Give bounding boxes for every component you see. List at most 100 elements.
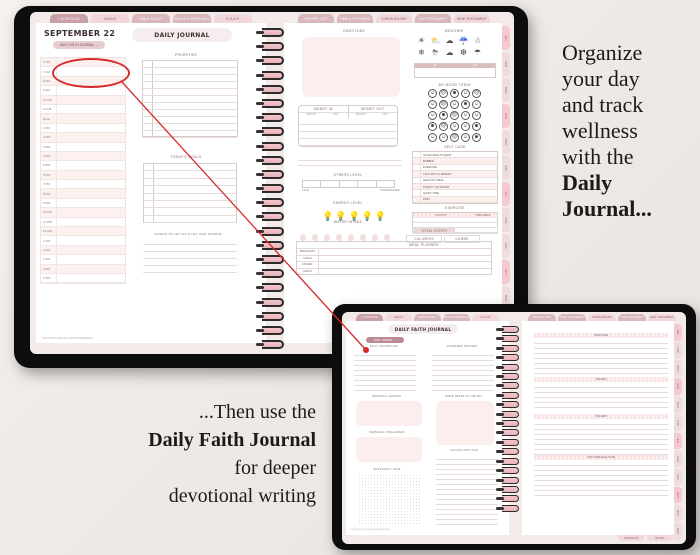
list-row[interactable] bbox=[143, 75, 237, 82]
mood-face-icon[interactable]: ☺ bbox=[428, 111, 437, 120]
tab-vision-board[interactable]: Vision Board bbox=[376, 14, 412, 23]
list-row[interactable] bbox=[143, 89, 237, 96]
mood-face-icon[interactable]: ☺ bbox=[472, 111, 481, 120]
list-row[interactable] bbox=[143, 96, 237, 103]
hour-row[interactable]: 9 PM bbox=[41, 198, 125, 209]
month-tab-mar[interactable]: Mar bbox=[502, 78, 510, 102]
month-tab-oct[interactable]: Oct bbox=[674, 486, 682, 504]
hour-row[interactable]: 5 PM bbox=[41, 161, 125, 171]
list-row[interactable] bbox=[144, 208, 236, 216]
tab-schedule[interactable]: 2 Schedule bbox=[50, 14, 88, 23]
hour-row[interactable]: 10 PM bbox=[41, 208, 125, 218]
month-tab-jul[interactable]: Jul bbox=[674, 432, 682, 450]
weather-icon[interactable]: ❄ bbox=[416, 48, 427, 57]
hour-row[interactable]: 3 PM bbox=[41, 142, 125, 152]
tab-schedule[interactable]: 2 Schedule bbox=[356, 314, 383, 321]
weather-icon[interactable]: ☁ bbox=[444, 36, 455, 45]
month-tab-jan[interactable]: Jan bbox=[674, 324, 682, 341]
checkbox[interactable] bbox=[413, 158, 421, 164]
checkbox[interactable] bbox=[413, 196, 421, 203]
tab-bible-study[interactable]: Bible Study bbox=[132, 14, 170, 23]
hour-row[interactable]: Noon bbox=[41, 114, 125, 124]
water-drop-icon[interactable] bbox=[360, 234, 366, 241]
hour-row[interactable]: 8 PM bbox=[41, 189, 125, 199]
weather-icon[interactable]: ⛅ bbox=[430, 36, 441, 45]
month-tab-jul[interactable]: Jul bbox=[502, 182, 510, 206]
month-tab-jun[interactable]: Jun bbox=[502, 156, 510, 180]
water-drop-icon[interactable] bbox=[336, 234, 342, 241]
month-tab-apr[interactable]: Apr bbox=[674, 378, 682, 395]
checkbox[interactable] bbox=[413, 171, 421, 177]
mood-face-icon[interactable]: ☺ bbox=[472, 100, 481, 109]
money-table[interactable]: Money In Money Out Amount For Amount For bbox=[298, 105, 398, 147]
temperature-box[interactable]: Hi Lo bbox=[414, 63, 496, 78]
list-row[interactable] bbox=[143, 61, 237, 68]
mood-face-icon[interactable]: ☹ bbox=[450, 111, 459, 120]
water-drop-icon[interactable] bbox=[384, 234, 390, 241]
hour-row[interactable]: 3 AM bbox=[41, 255, 125, 265]
total-steps-row[interactable]: Total Steps bbox=[412, 227, 498, 234]
checkbox[interactable] bbox=[413, 164, 421, 171]
weather-icon[interactable]: ☀ bbox=[416, 36, 427, 45]
month-tab-apr[interactable]: Apr bbox=[502, 104, 510, 128]
tab-time-offering[interactable]: Time & Offering bbox=[558, 314, 586, 321]
gratitude-box[interactable] bbox=[302, 37, 400, 97]
month-tab-may[interactable]: May bbox=[674, 396, 682, 413]
month-tab-mar[interactable]: Mar bbox=[674, 360, 682, 377]
weather-icon[interactable]: ☁ bbox=[444, 48, 455, 57]
list-row[interactable] bbox=[144, 179, 236, 187]
hour-row[interactable]: 7 PM bbox=[41, 180, 125, 190]
tab-prayer-list[interactable]: Prayer List bbox=[298, 14, 334, 23]
weather-icon[interactable]: ☃ bbox=[472, 36, 483, 45]
meal-planner[interactable]: Meal Planner Breakfast Lunch Dinner Snack bbox=[296, 241, 492, 275]
tab-new-testament[interactable]: New Testament bbox=[648, 314, 676, 321]
hour-row[interactable]: 10 AM bbox=[41, 95, 125, 105]
mood-face-icon[interactable]: ☺ bbox=[450, 100, 459, 109]
hour-row[interactable]: 12 AM bbox=[41, 227, 125, 237]
month-tab-dec[interactable]: Dec bbox=[674, 523, 682, 540]
month-tab-jun[interactable]: Jun bbox=[674, 414, 682, 432]
water-drop-icon[interactable] bbox=[324, 234, 330, 241]
mood-face-icon[interactable]: ☻ bbox=[439, 111, 448, 120]
personal-challenges-box[interactable] bbox=[356, 437, 422, 462]
mood-face-icon[interactable]: ☺ bbox=[461, 89, 470, 98]
tab-old-testament[interactable]: Old Testament bbox=[618, 314, 646, 321]
talking-with-god-lines[interactable] bbox=[436, 455, 498, 525]
list-row[interactable] bbox=[144, 171, 236, 179]
mood-face-icon[interactable]: ☺ bbox=[428, 100, 437, 109]
self-care-list[interactable]: Good night's rest Bubble Exercise Talk with… bbox=[412, 151, 498, 205]
month-tab-may[interactable]: May bbox=[502, 130, 510, 154]
weather-icon[interactable]: ⛈ bbox=[430, 48, 441, 57]
hour-row[interactable]: 2 AM bbox=[41, 245, 125, 256]
scripture-lines[interactable] bbox=[534, 339, 668, 374]
tab-contacts[interactable]: Contacts bbox=[618, 535, 644, 541]
tab-vision-board[interactable]: Vision Board bbox=[588, 314, 616, 321]
mood-face-icon[interactable]: ☹ bbox=[472, 89, 481, 98]
hour-row[interactable]: 11 PM bbox=[41, 217, 125, 228]
stress-scale[interactable] bbox=[302, 180, 395, 188]
mood-face-icon[interactable]: ☻ bbox=[461, 100, 470, 109]
month-tab-sep[interactable]: Sep bbox=[674, 468, 682, 486]
tab-new-testament[interactable]: New Testament bbox=[454, 14, 490, 23]
hour-row[interactable]: 4 AM bbox=[41, 264, 125, 274]
hour-row[interactable]: 5 AM bbox=[41, 273, 125, 284]
list-row[interactable] bbox=[144, 186, 236, 194]
water-drop-icon[interactable] bbox=[312, 234, 318, 241]
personal-growth-box[interactable] bbox=[356, 401, 422, 426]
weather-icon[interactable]: ☂ bbox=[472, 48, 483, 57]
mood-face-icon[interactable]: ☹ bbox=[450, 133, 459, 142]
mood-face-icon[interactable]: ☺ bbox=[439, 133, 448, 142]
checkbox[interactable] bbox=[413, 183, 421, 190]
list-row[interactable] bbox=[143, 68, 237, 75]
daily-affirmation-lines[interactable] bbox=[354, 351, 416, 391]
mood-face-icon[interactable]: ☺ bbox=[461, 111, 470, 120]
tab-old-testament[interactable]: Old Testament bbox=[415, 14, 451, 23]
month-tab-sep[interactable]: Sep bbox=[502, 234, 510, 258]
month-tab-aug[interactable]: Aug bbox=[502, 208, 510, 232]
notes-lines[interactable] bbox=[298, 156, 402, 166]
prayers-lines[interactable] bbox=[534, 420, 668, 455]
checkbox[interactable] bbox=[413, 177, 421, 183]
list-row[interactable] bbox=[144, 201, 236, 209]
bible-verse-box[interactable] bbox=[436, 401, 494, 445]
tab-soap[interactable]: S.O.A.P. bbox=[472, 314, 499, 321]
